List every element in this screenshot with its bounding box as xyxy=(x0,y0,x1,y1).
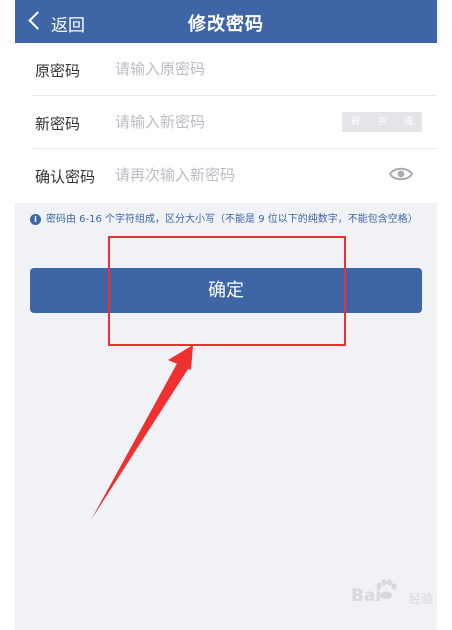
paw-icon xyxy=(376,579,397,599)
baidu-jingyan-watermark: Bai 经验 xyxy=(347,578,437,618)
new-password-label: 新密码 xyxy=(35,115,81,133)
old-password-row: 原密码 xyxy=(15,43,437,95)
page-title: 修改密码 xyxy=(188,14,264,35)
confirm-password-row: 确认密码 xyxy=(15,149,437,201)
new-password-row: 新密码 弱 中 强 xyxy=(15,96,437,148)
watermark-sub: 经验 xyxy=(409,592,434,606)
eye-icon[interactable] xyxy=(389,165,413,183)
old-password-label: 原密码 xyxy=(35,62,81,80)
hint-text: 密码由 6-16 个字符组成，区分大小写（不能是 9 位以下的纯数字，不能包含空… xyxy=(46,214,418,225)
confirm-password-label: 确认密码 xyxy=(35,168,96,186)
password-strength-meter: 弱 中 强 xyxy=(342,112,422,132)
info-icon: i xyxy=(30,214,41,225)
confirm-password-input[interactable] xyxy=(115,161,315,189)
annotation-highlight-box xyxy=(108,236,346,346)
strength-medium: 中 xyxy=(377,117,387,127)
strength-weak: 弱 xyxy=(350,117,360,127)
new-password-input[interactable] xyxy=(115,108,315,136)
old-password-input[interactable] xyxy=(115,55,315,83)
strength-strong: 强 xyxy=(404,117,414,127)
navigation-bar: 返回 修改密码 xyxy=(15,0,437,43)
password-form: 原密码 新密码 弱 中 强 确认密码 xyxy=(15,43,437,203)
